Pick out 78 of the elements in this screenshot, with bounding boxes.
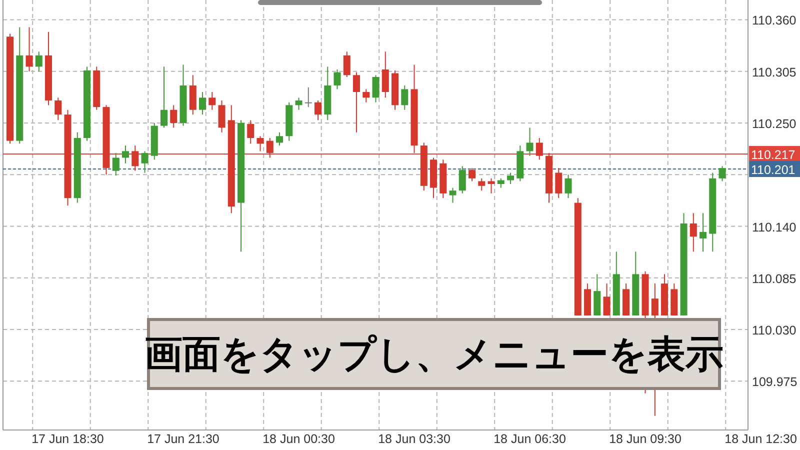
candlestick — [26, 26, 33, 72]
candlestick — [122, 145, 129, 164]
candlestick — [93, 66, 100, 110]
candlestick — [314, 100, 322, 121]
candlestick — [324, 66, 332, 121]
ref-line-label: 110.201 — [751, 162, 796, 177]
candlestick — [526, 127, 534, 156]
price-tag: 110.201 — [749, 161, 800, 177]
ref-line-label: 110.217 — [751, 148, 796, 162]
candlestick — [603, 283, 610, 316]
candlestick — [372, 74, 380, 103]
candlestick — [555, 168, 562, 199]
candlestick — [430, 157, 438, 199]
candlestick — [507, 172, 514, 185]
candlestick — [295, 97, 302, 110]
x-axis-label: 17 Jun 21:30 — [147, 432, 220, 446]
candlestick — [189, 74, 196, 116]
candlestick — [180, 64, 187, 126]
candlestick — [54, 97, 62, 121]
candlestick — [208, 92, 216, 110]
candlestick — [112, 152, 120, 176]
candlestick — [382, 51, 389, 98]
candlestick — [401, 84, 408, 110]
candlestick — [690, 212, 697, 252]
candlestick — [199, 92, 206, 116]
candlestick — [497, 178, 504, 188]
candlestick — [440, 159, 447, 199]
candlestick — [304, 86, 312, 108]
candlestick — [632, 251, 640, 316]
candlestick — [584, 283, 592, 316]
x-axis-label: 18 Jun 06:30 — [494, 432, 566, 446]
candlestick — [458, 166, 466, 194]
x-axis-label: 18 Jun 00:30 — [262, 432, 335, 446]
candlestick — [488, 178, 495, 194]
candlestick — [449, 187, 456, 204]
candlestick — [612, 251, 620, 316]
candlestick — [546, 152, 553, 204]
y-axis-label: 110.360 — [752, 14, 796, 28]
candlestick — [160, 66, 168, 128]
tap-hint-banner: 画面をタップし、メニューを表示 — [147, 318, 721, 390]
candlestick — [564, 174, 572, 199]
candlestick — [661, 274, 668, 316]
candlestick — [516, 145, 524, 182]
y-axis-label: 110.030 — [752, 324, 796, 338]
candlestick — [718, 166, 726, 182]
candlestick — [478, 178, 486, 192]
candlestick — [218, 100, 226, 133]
y-axis-label: 110.305 — [752, 65, 796, 80]
y-axis-label: 110.250 — [752, 117, 796, 131]
candlestick — [256, 136, 264, 152]
x-axis-label: 18 Jun 12:30 — [724, 432, 797, 446]
candlestick — [670, 283, 678, 316]
candlestick — [362, 88, 370, 103]
price-tag: 110.217 — [749, 146, 800, 162]
y-axis-label: 110.085 — [752, 272, 796, 286]
candlestick — [141, 150, 148, 174]
candlestick — [170, 104, 178, 128]
candlestick — [343, 51, 350, 78]
candlestick — [622, 283, 630, 316]
drag-handle[interactable] — [258, 0, 542, 5]
x-axis-label: 18 Jun 09:30 — [609, 432, 682, 446]
y-axis-label: 110.140 — [752, 220, 796, 234]
candlestick — [536, 138, 543, 160]
candlestick — [276, 132, 283, 146]
x-axis-label: 17 Jun 18:30 — [32, 432, 104, 446]
candlestick — [468, 168, 476, 182]
y-axis-label: 109.975 — [752, 375, 798, 390]
candlestick — [266, 138, 274, 158]
candlestick — [392, 70, 399, 110]
candlestick — [594, 274, 601, 316]
candlestick — [247, 120, 254, 144]
x-axis-label: 18 Jun 03:30 — [378, 432, 450, 446]
candlestick — [700, 212, 707, 252]
candlestick — [132, 145, 139, 172]
candlestick — [35, 51, 42, 72]
candlestick — [286, 102, 293, 142]
candlestick — [353, 72, 360, 133]
candlestick — [334, 68, 341, 90]
